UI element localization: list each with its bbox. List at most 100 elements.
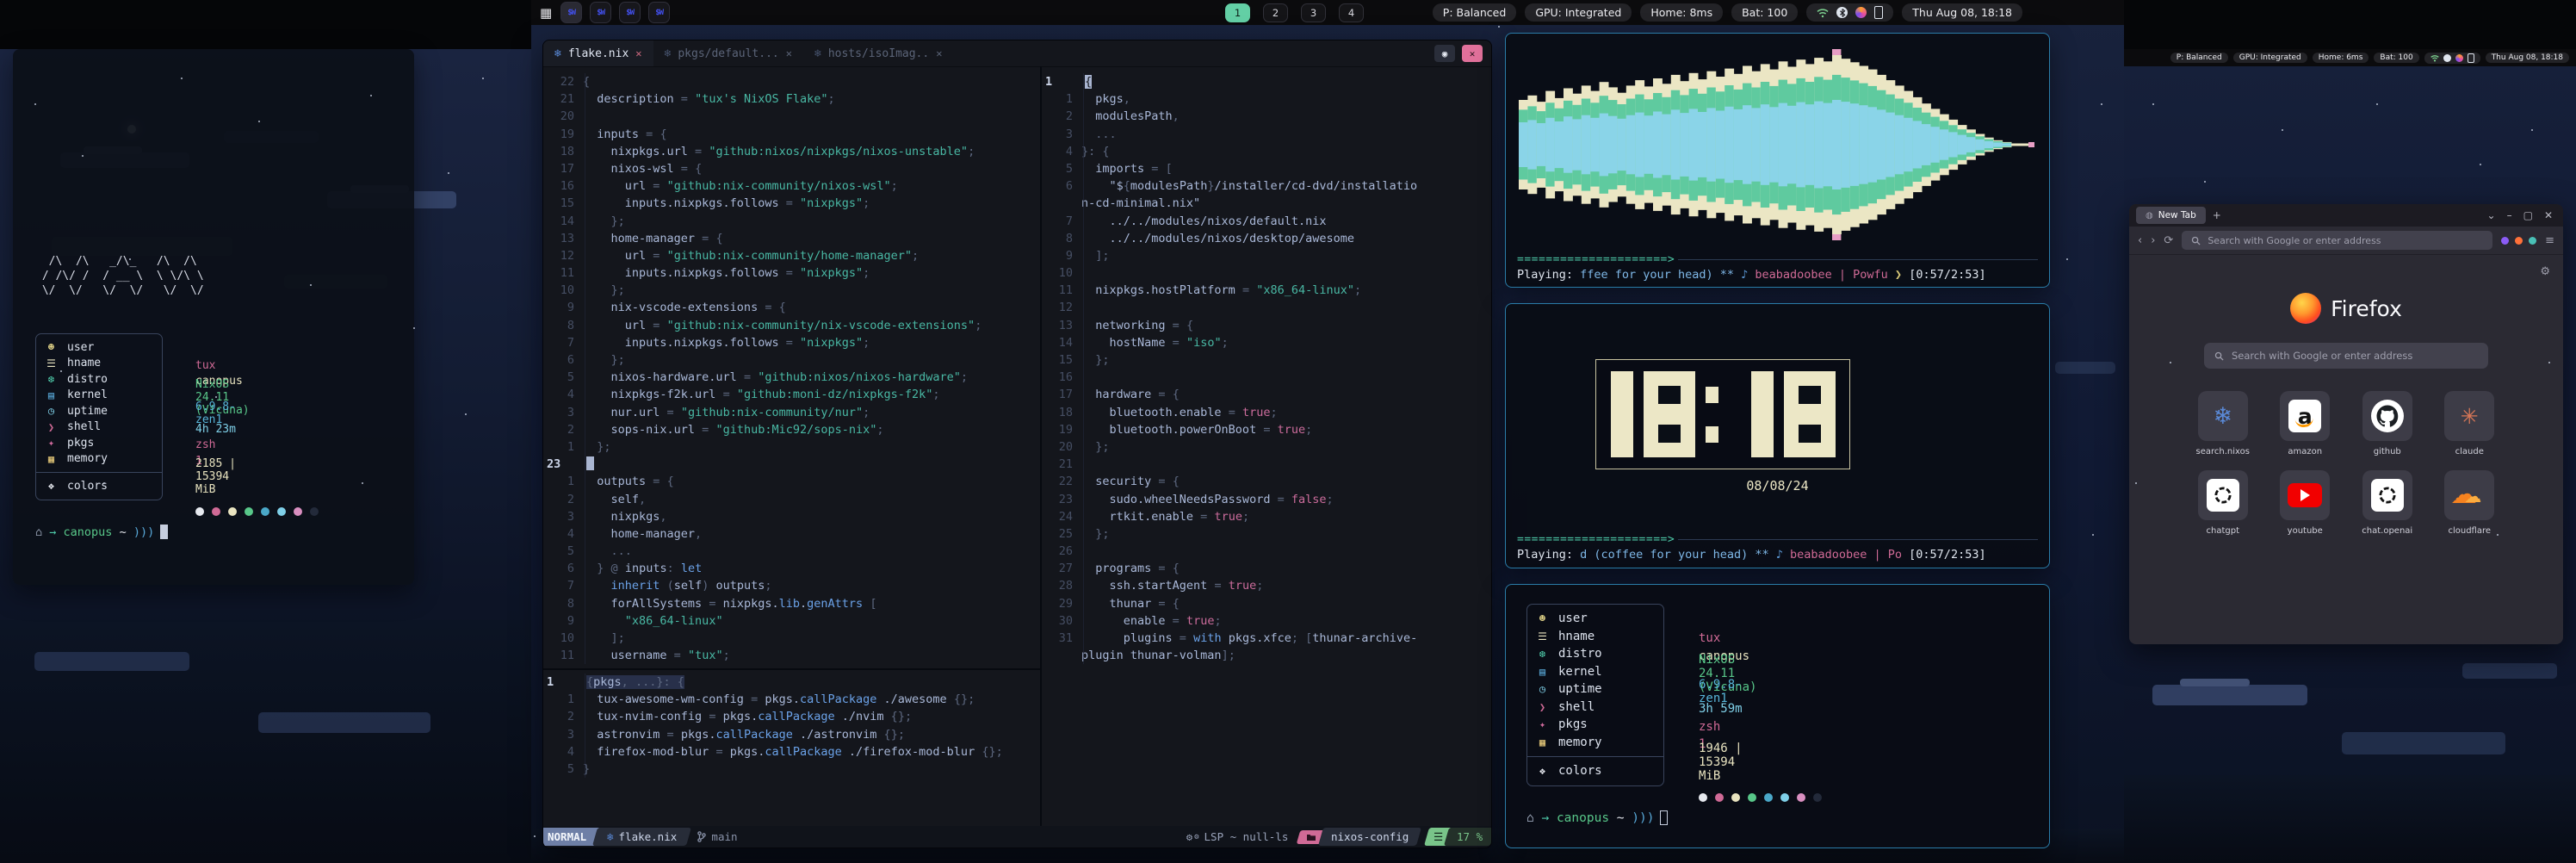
code-line[interactable]: 6 } @ inputs: let	[543, 560, 1040, 577]
code-line[interactable]: 13 home-manager = {	[543, 230, 1040, 247]
shell-prompt[interactable]: ⌂ → canopus ~ )))	[1526, 810, 1668, 825]
close-button[interactable]: ✕	[2544, 209, 2553, 221]
split-separator[interactable]	[543, 668, 1040, 670]
code-line[interactable]: 15 };	[1042, 351, 1491, 369]
code-line[interactable]: 4 firefox-mod-blur = pkgs.callPackage ./…	[543, 743, 1040, 761]
url-bar[interactable]: Search with Google or enter address	[2182, 231, 2492, 250]
close-tab-icon[interactable]: ✕	[786, 47, 792, 59]
code-line[interactable]: 22 security = {	[1042, 473, 1491, 490]
tag-4[interactable]: $W	[648, 2, 670, 23]
code-line[interactable]: 11 username = "tux";	[543, 647, 1040, 664]
code-line[interactable]: 9 ];	[1042, 247, 1491, 264]
close-tab-icon[interactable]: ✕	[936, 47, 942, 59]
code-line[interactable]: 10 };	[543, 282, 1040, 299]
code-line[interactable]: 3 ...	[1042, 126, 1491, 143]
code-line[interactable]: 12	[1042, 299, 1491, 316]
launcher-icon[interactable]: ▦	[540, 5, 552, 21]
dial-youtube[interactable]: youtube	[2270, 470, 2339, 536]
code-line[interactable]: 24 rtkit.enable = true;	[1042, 508, 1491, 525]
code-line[interactable]: 20	[543, 108, 1040, 125]
code-line[interactable]: 6 };	[543, 351, 1040, 369]
neovim-window[interactable]: ❄ flake.nix ✕ ❄ pkgs/default... ✕ ❄ host…	[542, 40, 1492, 848]
workspace-3[interactable]: 3	[1301, 3, 1326, 22]
code-line[interactable]: 2 sops-nix.url = "github:Mic92/sops-nix"…	[543, 421, 1040, 438]
code-line[interactable]: 10 ];	[543, 630, 1040, 647]
shell-prompt[interactable]: ⌂ → canopus ~ )))	[35, 525, 168, 539]
code-line[interactable]: 2 modulesPath,	[1042, 108, 1491, 125]
code-line[interactable]: 22{	[543, 73, 1040, 90]
list-tabs-icon[interactable]: ⌄	[2487, 209, 2496, 221]
gear-icon[interactable]: ⚙	[2540, 265, 2550, 278]
code-line[interactable]: 18 nixpkgs.url = "github:nixos/nixpkgs/n…	[543, 143, 1040, 160]
tab-new-tab[interactable]: ◍ New Tab	[2136, 207, 2206, 224]
toggle-button[interactable]: ◉	[1434, 45, 1455, 62]
code-line[interactable]: 3 nixpkgs,	[543, 508, 1040, 525]
dial-cloudflare[interactable]: ☁☁cloudflare	[2435, 470, 2504, 536]
code-line[interactable]: 7 inherit (self) outputs;	[543, 577, 1040, 594]
code-line[interactable]: 29 thunar = {	[1042, 595, 1491, 612]
tab-hosts-isoimage[interactable]: ❄ hosts/isoImag.. ✕	[803, 40, 953, 66]
workspace-4[interactable]: 4	[1339, 3, 1364, 22]
wifi-icon[interactable]	[2430, 54, 2439, 62]
extension-icon[interactable]	[2501, 237, 2509, 245]
code-line[interactable]: 7 ../../modules/nixos/default.nix	[1042, 213, 1491, 230]
code-line[interactable]: 23	[543, 456, 1040, 473]
forward-icon[interactable]: ›	[2151, 234, 2155, 247]
code-line[interactable]: 28 ssh.startAgent = true;	[1042, 577, 1491, 594]
code-line[interactable]: 16 url = "github:nix-community/nixos-wsl…	[543, 177, 1040, 195]
code-line[interactable]: 2 tux-nvim-config = pkgs.callPackage ./n…	[543, 708, 1040, 725]
phone-icon[interactable]	[1874, 6, 1883, 19]
code-line[interactable]: 31 plugins = with pkgs.xfce; [thunar-arc…	[1042, 630, 1491, 647]
tag-3[interactable]: $W	[619, 2, 641, 23]
code-line[interactable]: 1 };	[543, 438, 1040, 456]
search-input[interactable]: Search with Google or enter address	[2204, 343, 2488, 369]
code-line[interactable]: 1 outputs = {	[543, 473, 1040, 490]
workspace-1[interactable]: 1	[1225, 3, 1250, 22]
code-line[interactable]: 20 };	[1042, 438, 1491, 456]
tag-1[interactable]: $W	[560, 2, 582, 23]
back-icon[interactable]: ‹	[2138, 234, 2142, 247]
code-line[interactable]: 25 };	[1042, 525, 1491, 543]
code-line[interactable]: 4 home-manager,	[543, 525, 1040, 543]
tab-flake-nix[interactable]: ❄ flake.nix ✕	[543, 40, 653, 66]
code-line[interactable]: 4}: {	[1042, 143, 1491, 160]
code-line[interactable]: 19 bluetooth.powerOnBoot = true;	[1042, 421, 1491, 438]
code-line[interactable]: 6 "${modulesPath}/installer/cd-dvd/insta…	[1042, 177, 1491, 195]
visualizer-window[interactable]: =====================> Playing: ffee for…	[1505, 33, 2050, 288]
color-wheel-icon[interactable]	[1855, 7, 1867, 18]
code-line[interactable]: 17 hardware = {	[1042, 386, 1491, 403]
bluetooth-icon[interactable]	[2443, 54, 2451, 62]
code-line[interactable]: 14 };	[543, 213, 1040, 230]
code-line[interactable]: 1{pkgs, ...}: {	[543, 674, 1040, 691]
phone-icon[interactable]	[2468, 53, 2474, 63]
new-tab-button[interactable]: +	[2213, 209, 2221, 221]
code-line[interactable]: 16	[1042, 369, 1491, 386]
code-line[interactable]: 23 sudo.wheelNeedsPassword = false;	[1042, 491, 1491, 508]
code-line[interactable]: 4 nixpkgs-f2k.url = "github:moni-dz/nixp…	[543, 386, 1040, 403]
code-line[interactable]: 21 description = "tux's NixOS Flake";	[543, 90, 1040, 108]
minimize-button[interactable]: –	[2507, 209, 2512, 221]
code-line[interactable]: 18 bluetooth.enable = true;	[1042, 404, 1491, 421]
code-line[interactable]: 5 nixos-hardware.url = "github:nixos/nix…	[543, 369, 1040, 386]
dial-chatgpt[interactable]: chatgpt	[2189, 470, 2257, 536]
terminal-window-left[interactable]: /\ /\ _/\_ /\ /\ / /\/ / / __ \ \ \/\ \ …	[13, 49, 414, 585]
terminal-window-fetch[interactable]: ☻user☰hname❆distro▤kernel◷uptime❯shell✦p…	[1505, 584, 2050, 848]
code-line[interactable]: 30 enable = true;	[1042, 612, 1491, 630]
dial-amazon[interactable]: aamazon	[2270, 391, 2339, 456]
code-line[interactable]: 9 nix-vscode-extensions = {	[543, 299, 1040, 316]
code-pane-flake[interactable]: 22{21 description = "tux's NixOS Flake";…	[543, 73, 1040, 664]
tab-pkgs-default[interactable]: ❄ pkgs/default... ✕	[653, 40, 803, 66]
clock-window[interactable]: 08/08/24 =====================> Playing:…	[1505, 303, 2050, 568]
code-line[interactable]: 9 "x86_64-linux"	[543, 612, 1040, 630]
code-line[interactable]: 14 hostName = "iso";	[1042, 334, 1491, 351]
code-line[interactable]: 2 self,	[543, 491, 1040, 508]
code-line[interactable]: 1 pkgs,	[1042, 90, 1491, 108]
dial-search-nixos[interactable]: ❄search.nixos	[2189, 391, 2257, 456]
code-line[interactable]: 21	[1042, 456, 1491, 473]
bluetooth-icon[interactable]	[1836, 7, 1848, 18]
code-line[interactable]: 1{	[1042, 73, 1491, 90]
code-line[interactable]: 11 inputs.nixpkgs.follows = "nixpkgs";	[543, 264, 1040, 282]
extension-icon[interactable]	[2515, 237, 2523, 245]
code-line[interactable]: 7 inputs.nixpkgs.follows = "nixpkgs";	[543, 334, 1040, 351]
menu-icon[interactable]: ≡	[2545, 234, 2554, 247]
